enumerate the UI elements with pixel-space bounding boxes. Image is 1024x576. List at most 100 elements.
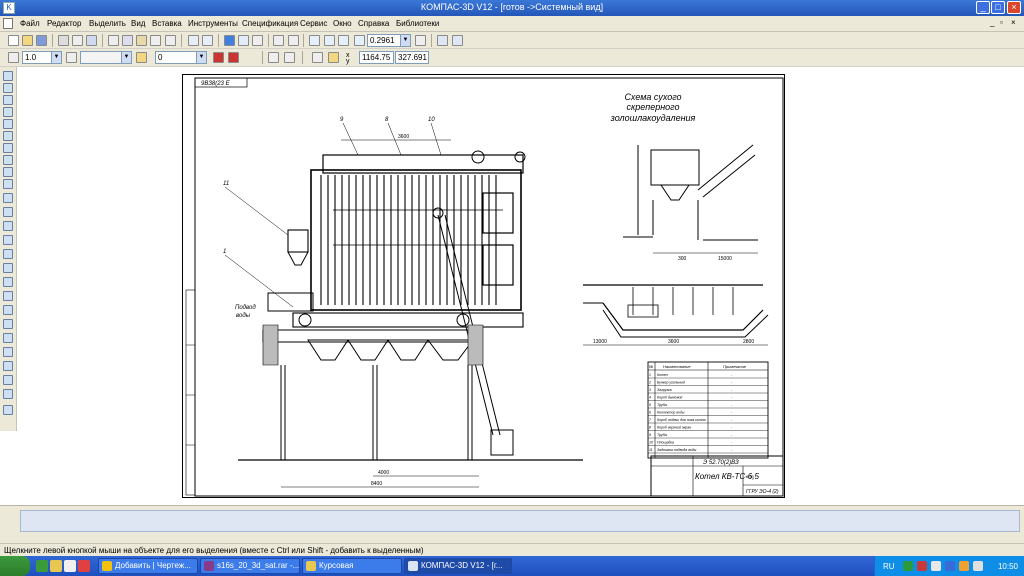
chevron-down-icon[interactable]: ▼: [51, 52, 61, 63]
point-icon[interactable]: [3, 193, 13, 203]
editing-icon[interactable]: [3, 107, 13, 117]
zoom-window-icon[interactable]: [309, 35, 320, 46]
select-icon[interactable]: [3, 143, 13, 153]
document-icon[interactable]: [3, 18, 13, 29]
task-winrar[interactable]: s16s_20_3d_sat.rar -...: [200, 558, 300, 574]
dimensions-icon[interactable]: [3, 83, 13, 93]
explorer-quicklaunch-icon[interactable]: [64, 560, 76, 572]
menu-libraries[interactable]: Библиотеки: [396, 19, 439, 28]
reports-icon[interactable]: [3, 179, 13, 189]
maximize-button[interactable]: □: [991, 1, 1005, 14]
chevron-down-icon[interactable]: ▼: [121, 52, 131, 63]
circle-icon[interactable]: [3, 235, 13, 245]
new-document-icon[interactable]: [8, 35, 19, 46]
volume-icon[interactable]: [959, 561, 969, 571]
ellipse-icon[interactable]: [3, 263, 13, 273]
auxiliary-line-icon[interactable]: [3, 207, 13, 217]
chevron-down-icon[interactable]: ▼: [196, 52, 206, 63]
function-icon[interactable]: [252, 35, 263, 46]
parametric-icon[interactable]: [312, 52, 323, 63]
polyline-icon[interactable]: [3, 291, 13, 301]
more-tools-icon[interactable]: [3, 405, 13, 415]
spec-icon[interactable]: [3, 167, 13, 177]
hatch-icon[interactable]: [3, 361, 13, 371]
coord-y-field[interactable]: 327.691: [395, 51, 429, 64]
layer-icon[interactable]: [136, 52, 147, 63]
rectangle-icon[interactable]: [3, 305, 13, 315]
language-indicator[interactable]: RU: [883, 562, 895, 571]
menu-service[interactable]: Сервис: [300, 19, 327, 28]
copy-icon[interactable]: [122, 35, 133, 46]
fillet-icon[interactable]: [3, 333, 13, 343]
tray-app-icon[interactable]: [903, 561, 913, 571]
antivirus-icon[interactable]: [917, 561, 927, 571]
menu-select[interactable]: Выделить: [89, 19, 126, 28]
zoom-scale-icon[interactable]: [354, 35, 365, 46]
variables-icon[interactable]: [238, 35, 249, 46]
clipboard-icon[interactable]: [165, 35, 176, 46]
network-icon[interactable]: [931, 561, 941, 571]
segment-icon[interactable]: [3, 221, 13, 231]
menu-tools[interactable]: Инструменты: [188, 19, 238, 28]
local-cs-icon[interactable]: [8, 52, 19, 63]
arc-icon[interactable]: [3, 249, 13, 259]
spline-icon[interactable]: [3, 277, 13, 287]
style-icon[interactable]: [66, 52, 77, 63]
task-kompas[interactable]: КОМПАС-3D V12 - [г...: [404, 558, 512, 574]
grid-icon[interactable]: [268, 52, 279, 63]
folder-quicklaunch-icon[interactable]: [50, 560, 62, 572]
doc-restore-button[interactable]: ▫: [1000, 18, 1003, 27]
refresh-icon[interactable]: [437, 35, 448, 46]
style-combo[interactable]: ▼: [80, 51, 132, 64]
chamfer-icon[interactable]: [3, 319, 13, 329]
print-icon[interactable]: [58, 35, 69, 46]
manager-icon[interactable]: [224, 35, 235, 46]
task-chrome[interactable]: Добавить | Чертеж...: [98, 558, 198, 574]
media-quicklaunch-icon[interactable]: [78, 560, 90, 572]
designations-icon[interactable]: [3, 95, 13, 105]
parametrization-icon[interactable]: [3, 119, 13, 129]
minimize-button[interactable]: _: [976, 1, 990, 14]
cursor-coords-icon[interactable]: [328, 52, 339, 63]
zoom-all-icon[interactable]: [324, 35, 335, 46]
collection-icon[interactable]: [3, 389, 13, 399]
menu-file[interactable]: Файл: [20, 19, 40, 28]
document-properties-icon[interactable]: [86, 35, 97, 46]
undo-icon[interactable]: [188, 35, 199, 46]
libraries-icon[interactable]: [288, 35, 299, 46]
redo-icon[interactable]: [202, 35, 213, 46]
quicklaunch-icon[interactable]: [36, 560, 48, 572]
layer-combo[interactable]: 0 ▼: [155, 51, 207, 64]
open-folder-icon[interactable]: [22, 35, 33, 46]
ortho-icon[interactable]: [284, 52, 295, 63]
coord-x-field[interactable]: 1164.75: [359, 51, 394, 64]
magnet-icon[interactable]: [228, 52, 239, 63]
measure-icon[interactable]: [3, 131, 13, 141]
view-options-icon[interactable]: [452, 35, 463, 46]
equidistant-icon[interactable]: [3, 375, 13, 385]
close-button[interactable]: ×: [1007, 1, 1021, 14]
menu-editor[interactable]: Редактор: [47, 19, 81, 28]
menu-view[interactable]: Вид: [131, 19, 145, 28]
skype-icon[interactable]: [945, 561, 955, 571]
zoom-in-icon[interactable]: [338, 35, 349, 46]
task-folder[interactable]: Курсовая: [302, 558, 402, 574]
doc-minimize-button[interactable]: _: [990, 18, 994, 27]
paste-icon[interactable]: [136, 35, 147, 46]
menu-window[interactable]: Окно: [333, 19, 352, 28]
menu-insert[interactable]: Вставка: [152, 19, 182, 28]
cut-icon[interactable]: [108, 35, 119, 46]
geometry-icon[interactable]: [3, 71, 13, 81]
snap-icon[interactable]: [213, 52, 224, 63]
line-scale-combo[interactable]: 1.0 ▼: [22, 51, 62, 64]
save-icon[interactable]: [36, 35, 47, 46]
safely-remove-icon[interactable]: [973, 561, 983, 571]
properties-copy-icon[interactable]: [150, 35, 161, 46]
properties-panel-area[interactable]: [20, 510, 1020, 532]
help-pointer-icon[interactable]: [273, 35, 284, 46]
drawing-sheet[interactable]: 9ВЗ8(23 Е 4000 8400 3600 9 8 10 11 1 Под…: [182, 74, 785, 498]
zoom-combo[interactable]: 0.2961 ▼: [367, 34, 411, 47]
contour-icon[interactable]: [3, 347, 13, 357]
menu-specification[interactable]: Спецификация: [242, 19, 298, 28]
menu-help[interactable]: Справка: [358, 19, 389, 28]
